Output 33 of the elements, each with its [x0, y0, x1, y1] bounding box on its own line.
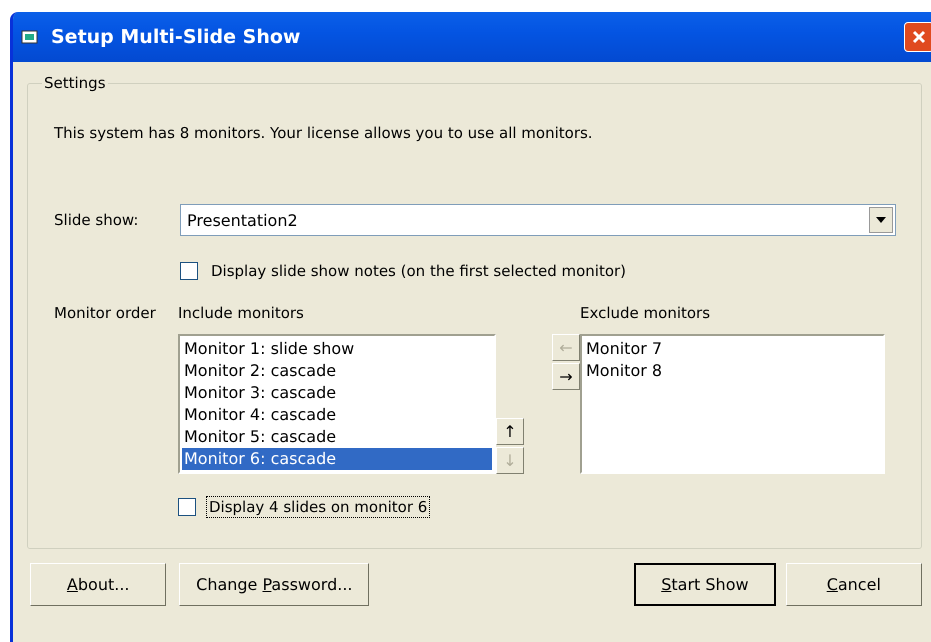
- checkbox-label: Display slide show notes (on the first selected monitor): [210, 261, 628, 282]
- window-title: Setup Multi-Slide Show: [51, 26, 302, 48]
- list-heading: Exclude monitors: [580, 304, 712, 324]
- checkbox-label: Display 4 slides on monitor 6: [206, 496, 430, 518]
- info-text: This system has 8 monitors. Your license allows you to use all monitors.: [54, 124, 594, 142]
- button[interactable]: Change Password...: [179, 563, 370, 606]
- group-label: Settings: [43, 74, 107, 92]
- checkbox[interactable]: [180, 262, 198, 280]
- list-item[interactable]: Monitor 6: cascade: [182, 448, 492, 470]
- close-icon: [911, 29, 927, 45]
- slide-show-dropdown[interactable]: Presentation2: [180, 204, 896, 236]
- list-item[interactable]: Monitor 2: cascade: [182, 360, 492, 382]
- checkbox[interactable]: [178, 498, 196, 516]
- slides-icon: [21, 29, 39, 45]
- button[interactable]: Cancel: [786, 563, 922, 606]
- arrow-button[interactable]: →: [552, 363, 580, 390]
- list-item[interactable]: Monitor 7: [584, 338, 881, 360]
- list-item[interactable]: Monitor 5: cascade: [182, 426, 492, 448]
- dropdown-button[interactable]: [869, 207, 893, 233]
- default-button[interactable]: Start Show: [634, 563, 776, 606]
- field-label: Slide show:: [54, 211, 140, 229]
- list-item[interactable]: Monitor 1: slide show: [182, 338, 492, 360]
- button[interactable]: About...: [30, 563, 166, 606]
- include-list[interactable]: Monitor 1: slide show Monitor 2: cascade Monitor 3: cascade Monitor 4: cascade Monitor 5: cascade Monitor 6: cascade: [178, 334, 496, 474]
- list-item[interactable]: Monitor 8: [584, 360, 881, 382]
- section-label: Monitor order: [54, 304, 157, 324]
- close-button[interactable]: [904, 22, 931, 52]
- arrow-button[interactable]: ↑: [496, 418, 524, 445]
- list-item[interactable]: Monitor 3: cascade: [182, 382, 492, 404]
- list-item[interactable]: Monitor 4: cascade: [182, 404, 492, 426]
- list-heading: Include monitors: [178, 304, 305, 324]
- caret-icon: [876, 217, 886, 223]
- exclude-list[interactable]: Monitor 7 Monitor 8: [580, 334, 885, 474]
